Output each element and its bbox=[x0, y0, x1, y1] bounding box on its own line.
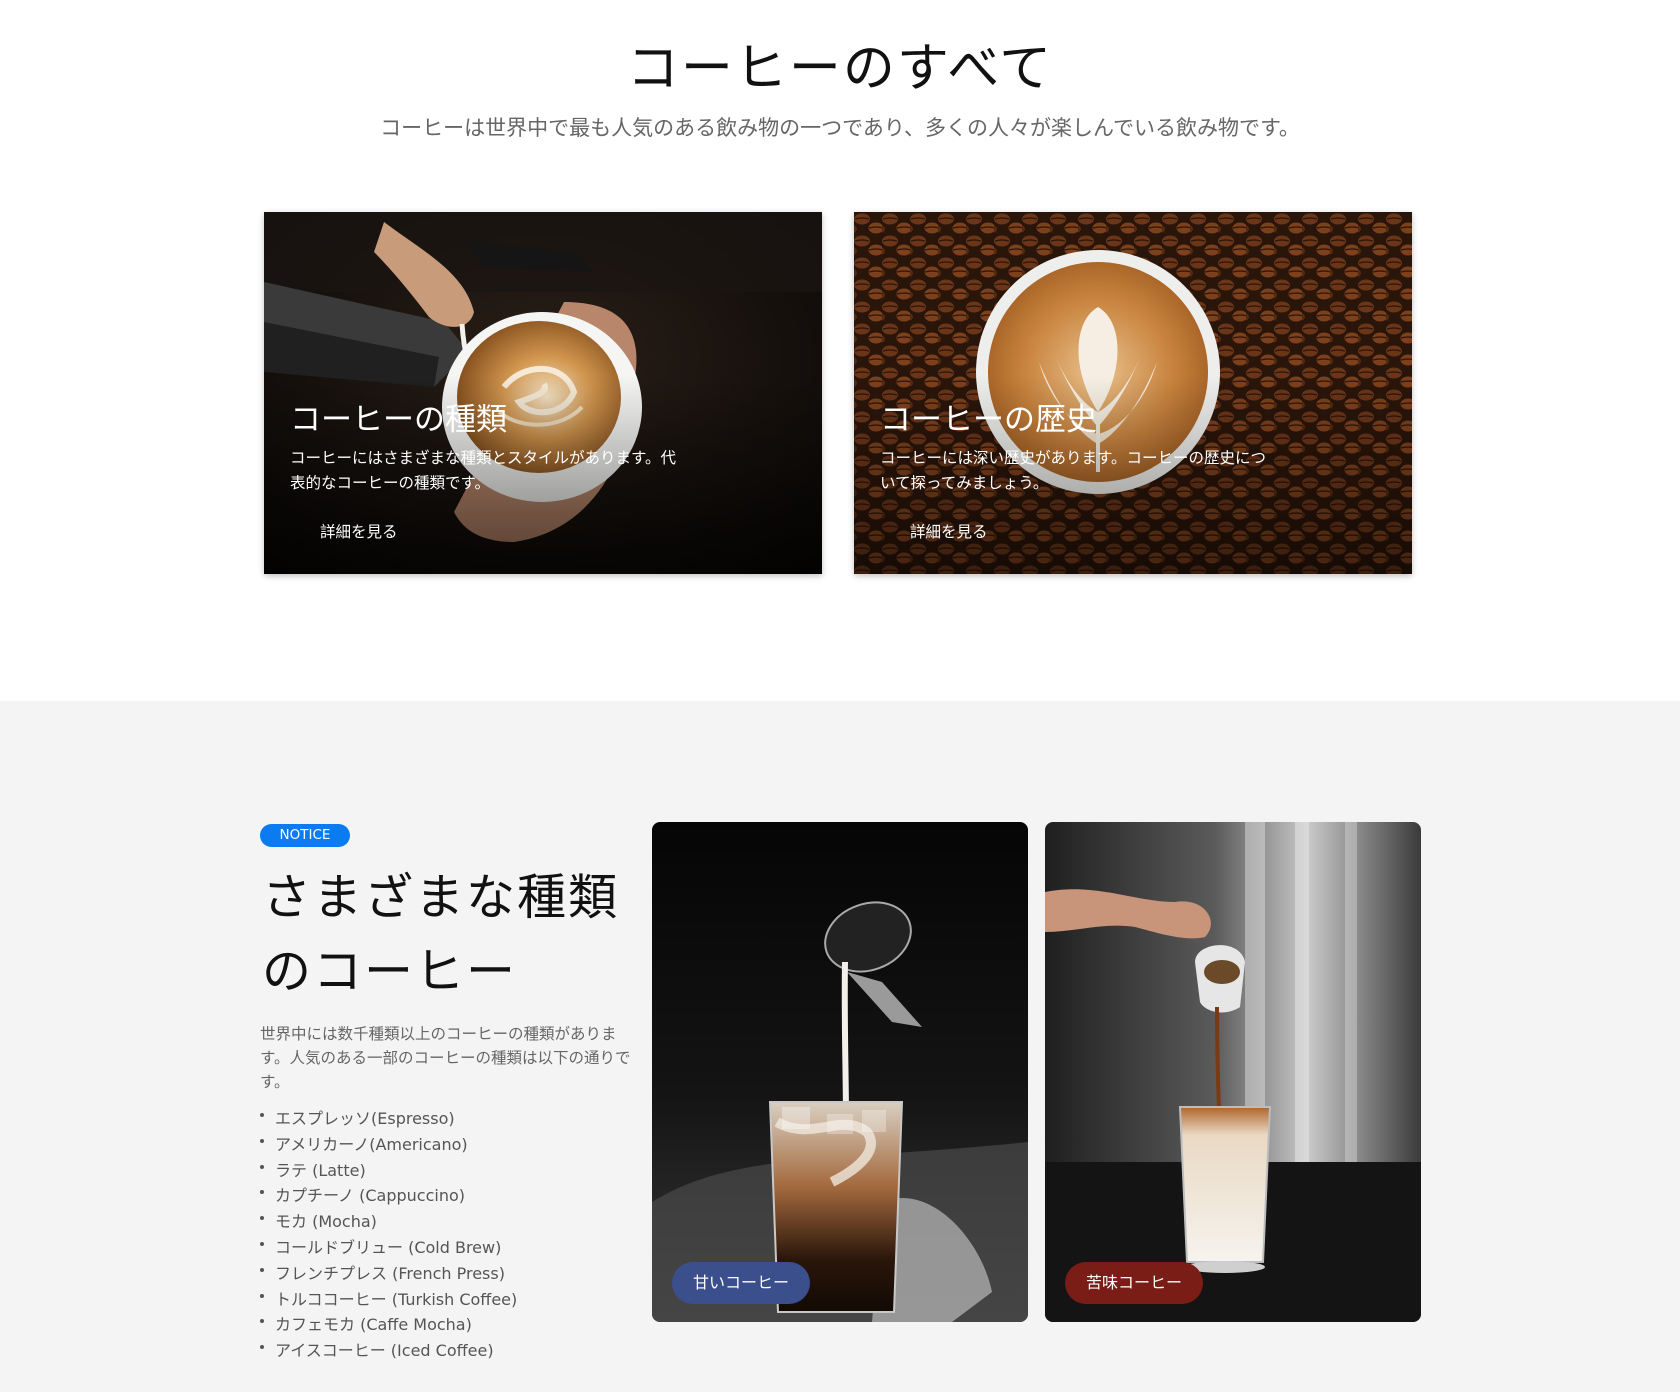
page-title: コーヒーのすべて bbox=[626, 39, 1054, 99]
list-item: アメリカーノ(Americano) bbox=[260, 1132, 517, 1158]
intro-section: コーヒーのすべて コーヒーは世界中で最も人気のある飲み物の一つであり、多くの人々… bbox=[0, 0, 1680, 701]
card-title: コーヒーの種類 bbox=[290, 402, 507, 438]
coffee-type-list: エスプレッソ(Espresso) アメリカーノ(Americano) ラテ (L… bbox=[260, 1106, 517, 1364]
notice-badge: NOTICE bbox=[260, 824, 350, 847]
card-description: コーヒーにはさまざまな種類とスタイルがあります。代表的なコーヒーの種類です。 bbox=[290, 449, 676, 492]
details-button[interactable]: 詳細を見る bbox=[910, 520, 988, 542]
list-item: アイスコーヒー (Iced Coffee) bbox=[260, 1338, 517, 1364]
bitter-coffee-button[interactable]: 苦味コーヒー bbox=[1065, 1262, 1204, 1304]
list-item: ラテ (Latte) bbox=[260, 1158, 517, 1184]
photo-bitter-coffee: 苦味コーヒー bbox=[1045, 822, 1421, 1322]
coffee-types-section: NOTICE さまざまな種類のコーヒー 世界中には数千種類以上のコーヒーの種類が… bbox=[0, 701, 1680, 1392]
list-item: カフェモカ (Caffe Mocha) bbox=[260, 1312, 517, 1338]
list-item: トルココーヒー (Turkish Coffee) bbox=[260, 1287, 517, 1313]
page-subtitle: コーヒーは世界中で最も人気のある飲み物の一つであり、多くの人々が楽しんでいる飲み… bbox=[380, 116, 1300, 140]
list-item: フレンチプレス (French Press) bbox=[260, 1261, 517, 1287]
sweet-coffee-button[interactable]: 甘いコーヒー bbox=[672, 1262, 811, 1304]
card-coffee-history[interactable]: コーヒーの歴史 コーヒーには深い歴史があります。コーヒーの歴史について探ってみま… bbox=[854, 212, 1412, 574]
details-button[interactable]: 詳細を見る bbox=[320, 520, 398, 542]
list-item: エスプレッソ(Espresso) bbox=[260, 1106, 517, 1132]
list-item: コールドブリュー (Cold Brew) bbox=[260, 1235, 517, 1261]
list-item: カプチーノ (Cappuccino) bbox=[260, 1183, 517, 1209]
card-title: コーヒーの歴史 bbox=[880, 402, 1097, 438]
section-heading: さまざまな種類のコーヒー bbox=[262, 869, 620, 1000]
iced-latte-image bbox=[652, 822, 1028, 1322]
card-description: コーヒーには深い歴史があります。コーヒーの歴史について探ってみましょう。 bbox=[880, 449, 1266, 492]
photo-sweet-coffee: 甘いコーヒー bbox=[652, 822, 1028, 1322]
card-coffee-types[interactable]: コーヒーの種類 コーヒーにはさまざまな種類とスタイルがあります。代表的なコーヒー… bbox=[264, 212, 822, 574]
list-item: モカ (Mocha) bbox=[260, 1209, 517, 1235]
iced-americano-image bbox=[1045, 822, 1421, 1322]
section-intro: 世界中には数千種類以上のコーヒーの種類があります。人気のある一部のコーヒーの種類… bbox=[260, 1025, 631, 1091]
